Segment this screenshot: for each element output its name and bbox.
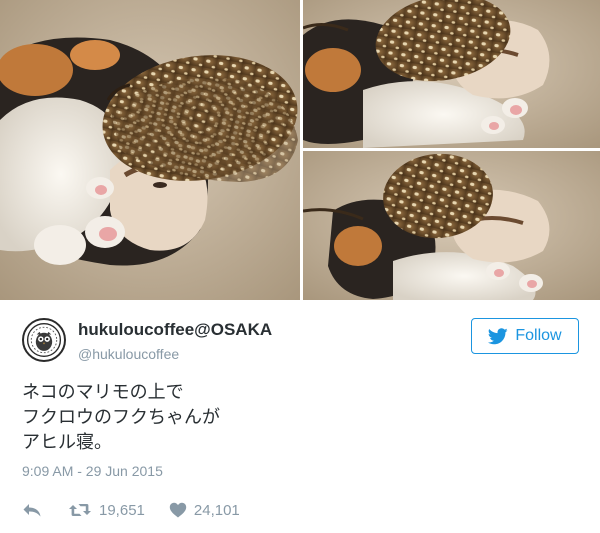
follow-label: Follow <box>515 327 562 344</box>
like-button[interactable]: 24,101 <box>169 502 240 519</box>
reply-button[interactable] <box>22 502 42 518</box>
photo-kitten-owl-bottom[interactable] <box>303 151 600 300</box>
photo-kitten-owl-top[interactable] <box>303 0 600 148</box>
like-count: 24,101 <box>193 501 240 519</box>
photo-collage <box>0 0 600 300</box>
retweet-count: 19,651 <box>99 501 145 519</box>
follow-button[interactable]: Follow <box>471 318 579 354</box>
tweet-actions: 19,651 24,101 <box>22 498 240 522</box>
tweet-timestamp[interactable]: 9:09 AM - 29 Jun 2015 <box>22 463 163 479</box>
tweet-text-line: フクロウのフクちゃんが <box>22 407 220 428</box>
user-handle[interactable]: @hukuloucoffee <box>78 346 179 362</box>
avatar[interactable] <box>22 318 66 362</box>
retweet-button[interactable]: 19,651 <box>68 502 145 519</box>
heart-icon <box>169 502 187 518</box>
tweet-text-line: ネコのマリモの上で <box>22 382 184 403</box>
photo-kitten-owl-main[interactable] <box>0 0 300 300</box>
tweet-text-line: アヒル寝。 <box>22 432 112 453</box>
display-name[interactable]: hukuloucoffee@OSAKA <box>78 320 272 340</box>
tweet-text: ネコのマリモの上で フクロウのフクちゃんが アヒル寝。 <box>22 380 220 455</box>
reply-icon <box>23 504 41 517</box>
retweet-icon <box>69 504 91 516</box>
twitter-bird-icon <box>488 327 509 344</box>
